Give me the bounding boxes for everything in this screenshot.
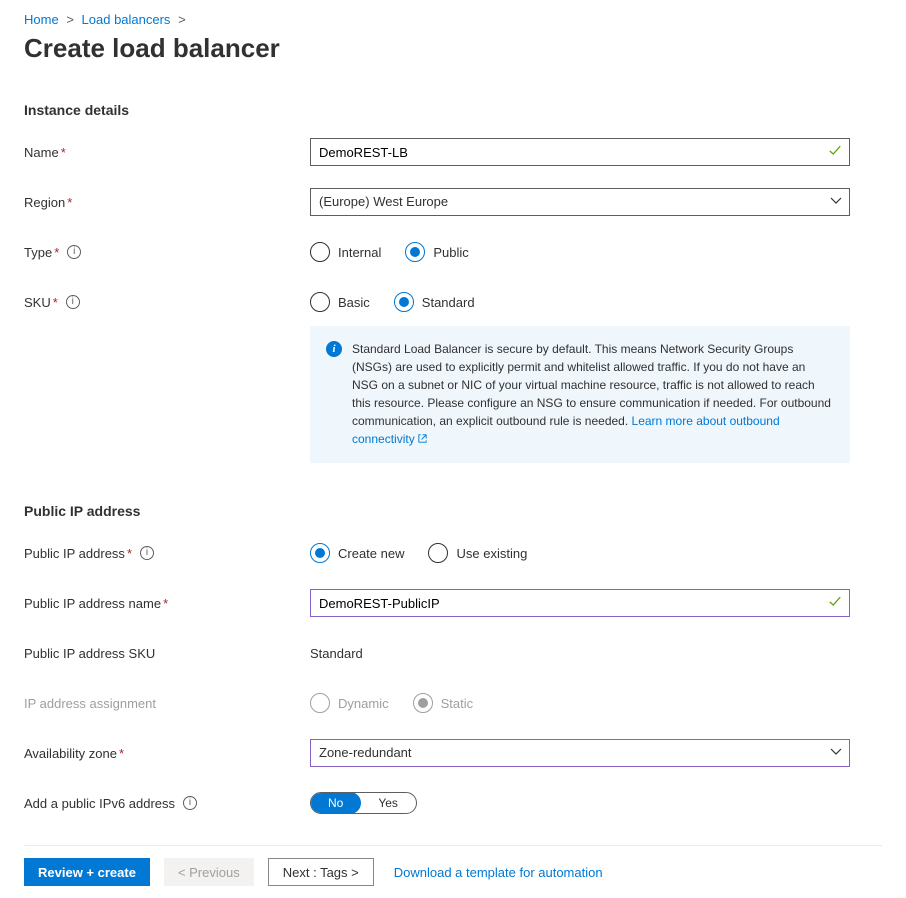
radio-ip-dynamic: Dynamic [310, 693, 389, 713]
row-availability-zone: Availability zone * Zone-redundant [24, 737, 882, 769]
name-input[interactable] [310, 138, 850, 166]
radio-type-internal[interactable]: Internal [310, 242, 381, 262]
radio-pip-use-existing[interactable]: Use existing [428, 543, 527, 563]
radio-type-public[interactable]: Public [405, 242, 468, 262]
label-ip-assignment: IP address assignment [24, 696, 156, 711]
ipv6-toggle[interactable]: No Yes [310, 792, 417, 814]
section-public-ip: Public IP address Public IP address * i … [24, 503, 882, 819]
page-title: Create load balancer [24, 33, 882, 64]
breadcrumb-sep-icon: > [178, 12, 186, 27]
required-icon: * [61, 145, 66, 160]
radio-sku-basic[interactable]: Basic [310, 292, 370, 312]
row-sku: SKU * i Basic Standard [24, 286, 882, 318]
review-create-button[interactable]: Review + create [24, 858, 150, 886]
section-title-public-ip: Public IP address [24, 503, 882, 519]
radio-sku-standard[interactable]: Standard [394, 292, 475, 312]
required-icon: * [53, 295, 58, 310]
row-ip-assignment: IP address assignment Dynamic Static [24, 687, 882, 719]
footer-bar: Review + create < Previous Next : Tags >… [24, 845, 882, 898]
previous-button: < Previous [164, 858, 254, 886]
row-ipv6: Add a public IPv6 address i No Yes [24, 787, 882, 819]
label-availability-zone: Availability zone [24, 746, 117, 761]
pill-yes[interactable]: Yes [360, 793, 416, 813]
radio-label-dynamic: Dynamic [338, 696, 389, 711]
info-icon[interactable]: i [183, 796, 197, 810]
label-ipv6: Add a public IPv6 address [24, 796, 175, 811]
radio-label-create-new: Create new [338, 546, 404, 561]
region-select[interactable]: (Europe) West Europe [310, 188, 850, 216]
row-name: Name * [24, 136, 882, 168]
label-public-ip: Public IP address [24, 546, 125, 561]
breadcrumb-loadbalancers[interactable]: Load balancers [82, 12, 171, 27]
label-pip-sku: Public IP address SKU [24, 646, 155, 661]
info-ball-icon: i [326, 341, 342, 357]
section-title-instance-details: Instance details [24, 102, 882, 118]
radio-label-basic: Basic [338, 295, 370, 310]
section-instance-details: Instance details Name * Region * (Europe… [24, 102, 882, 463]
row-pip-sku: Public IP address SKU Standard [24, 637, 882, 669]
radio-label-use-existing: Use existing [456, 546, 527, 561]
sku-info-box: i Standard Load Balancer is secure by de… [310, 326, 850, 463]
required-icon: * [119, 746, 124, 761]
availability-zone-select[interactable]: Zone-redundant [310, 739, 850, 767]
download-template-link[interactable]: Download a template for automation [394, 865, 603, 880]
required-icon: * [127, 546, 132, 561]
radio-label-static: Static [441, 696, 474, 711]
required-icon: * [67, 195, 72, 210]
label-pip-name: Public IP address name [24, 596, 161, 611]
label-type: Type [24, 245, 52, 260]
row-region: Region * (Europe) West Europe [24, 186, 882, 218]
required-icon: * [163, 596, 168, 611]
breadcrumb: Home > Load balancers > [24, 12, 882, 27]
label-name: Name [24, 145, 59, 160]
next-tags-button[interactable]: Next : Tags > [268, 858, 374, 886]
label-region: Region [24, 195, 65, 210]
breadcrumb-sep-icon: > [66, 12, 74, 27]
external-link-icon [417, 431, 428, 449]
row-public-ip: Public IP address * i Create new Use exi… [24, 537, 882, 569]
info-icon[interactable]: i [66, 295, 80, 309]
row-type: Type * i Internal Public [24, 236, 882, 268]
pill-no[interactable]: No [310, 792, 361, 814]
radio-ip-static: Static [413, 693, 474, 713]
pip-sku-value: Standard [310, 646, 363, 661]
radio-label-public: Public [433, 245, 468, 260]
radio-label-internal: Internal [338, 245, 381, 260]
required-icon: * [54, 245, 59, 260]
radio-label-standard: Standard [422, 295, 475, 310]
info-icon[interactable]: i [67, 245, 81, 259]
pip-name-input[interactable] [310, 589, 850, 617]
row-pip-name: Public IP address name * [24, 587, 882, 619]
breadcrumb-home[interactable]: Home [24, 12, 59, 27]
radio-pip-create-new[interactable]: Create new [310, 543, 404, 563]
label-sku: SKU [24, 295, 51, 310]
info-icon[interactable]: i [140, 546, 154, 560]
